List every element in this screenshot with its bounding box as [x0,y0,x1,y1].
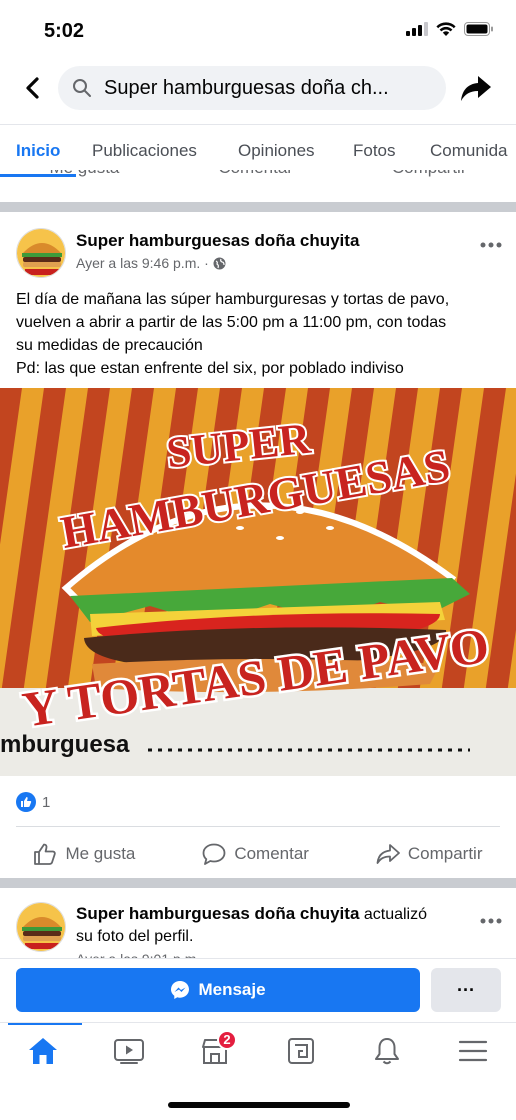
reaction-count: 1 [42,793,51,811]
video-icon [114,1038,144,1064]
nav-notifications[interactable] [359,1026,415,1076]
more-actions-button[interactable]: ··· [431,968,501,1012]
nav-home[interactable] [15,1026,71,1076]
like-button[interactable]: Me gusta [33,843,135,865]
post2-action: actualizó [359,906,427,923]
post-actions: Me gusta Comentar Compartir [0,834,516,874]
poster-bottom-text: mburguesa [0,731,130,758]
post-text-line: su medidas de precaución [16,337,203,354]
search-bar[interactable]: Super hamburguesas doña ch... [58,66,446,110]
like-reaction-icon [16,792,36,812]
page-avatar-post2[interactable] [16,902,66,952]
post-text: El día de mañana las súper hamburguresas… [16,288,508,380]
chevron-left-icon [26,77,39,99]
tab-comunidad[interactable]: Comunida [430,141,508,161]
nav-marketplace[interactable]: 2 [187,1026,243,1076]
post-text-line: El día de mañana las súper hamburguresas… [16,291,450,308]
share-icon [376,844,400,864]
nav-menu[interactable] [445,1026,501,1076]
search-query: Super hamburguesas doña ch... [104,76,389,99]
more-dots-icon [480,242,502,248]
prev-like-button[interactable]: Me gusta [49,170,119,178]
search-icon [73,79,91,97]
wifi-icon [436,22,456,36]
nav-news[interactable] [273,1026,329,1076]
share-button[interactable]: Compartir [376,843,483,865]
burger-poster-image: SUPER HAMBURGUESAS Y TORTAS DE PAVO mbur… [0,388,516,776]
post-timestamp[interactable]: Ayer a las 9:46 p.m. · [76,255,209,271]
post2-more-options-button[interactable] [480,904,502,930]
signal-icon [406,22,428,36]
message-label: Mensaje [198,980,266,999]
comment-button[interactable]: Comentar [202,843,309,865]
status-time: 5:02 [44,20,85,42]
comment-label: Comentar [234,844,309,863]
post2-header: Super hamburguesas doña chuyita actualiz… [76,903,476,963]
globe-icon [213,257,226,269]
home-indicator [168,1102,350,1108]
post-meta: Ayer a las 9:46 p.m. · [76,255,226,271]
news-icon [288,1037,314,1064]
marketplace-badge: 2 [217,1029,237,1050]
home-icon [29,1037,57,1064]
like-label: Me gusta [65,844,136,863]
more-dots-icon [480,918,502,924]
post-photo[interactable]: SUPER HAMBURGUESAS Y TORTAS DE PAVO mbur… [0,388,516,776]
bottom-nav: 2 [0,1022,516,1078]
actions-divider [16,826,500,827]
post-text-line: vuelven a abrir a partir de las 5:00 pm … [16,314,447,331]
page-avatar[interactable] [16,228,66,278]
post-page-name[interactable]: Super hamburguesas doña chuyita [76,231,359,251]
post2-page-name[interactable]: Super hamburguesas doña chuyita [76,904,359,923]
feed-separator [0,202,516,212]
burger-logo-icon [17,229,65,277]
share-arrow-icon [461,76,491,101]
post-more-options-button[interactable] [480,228,502,254]
share-label: Compartir [407,844,483,863]
bell-icon [375,1037,399,1064]
tab-opiniones[interactable]: Opiniones [238,141,315,161]
tab-inicio[interactable]: Inicio [16,141,60,161]
comment-icon [202,843,226,865]
nav-watch[interactable] [101,1026,157,1076]
share-page-button[interactable] [458,70,494,106]
prev-comment-button[interactable]: Comentar [218,170,293,178]
prev-share-button[interactable]: Compartir [392,170,467,178]
post2-action-line2: su foto del perfil. [76,928,194,945]
burger-logo-icon [17,903,65,951]
back-button[interactable] [18,72,46,104]
tab-publicaciones[interactable]: Publicaciones [92,141,197,161]
status-icons [406,22,494,36]
hamburger-menu-icon [458,1040,488,1061]
previous-post-actions: Me gusta Comentar Compartir [0,170,516,188]
thumbs-up-icon [34,843,57,865]
messenger-icon [171,981,190,999]
tab-fotos[interactable]: Fotos [353,141,396,161]
post-text-line: Pd: las que estan enfrente del six, por … [16,360,404,377]
battery-icon [464,22,493,36]
message-button[interactable]: Mensaje [16,968,420,1012]
feed-separator [0,878,516,888]
reaction-summary[interactable]: 1 [16,792,50,812]
